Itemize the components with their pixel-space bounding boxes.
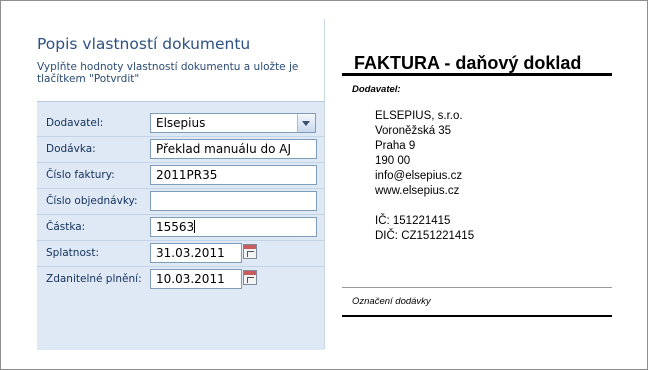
- supplier-select-value: Elsepius: [156, 116, 206, 130]
- field-label: Číslo objednávky:: [46, 195, 138, 207]
- due-date-input[interactable]: 31.03.2011: [150, 243, 242, 263]
- field-label: Číslo faktury:: [46, 169, 115, 181]
- field-label: Splatnost:: [46, 247, 100, 259]
- invoice-number-input[interactable]: 2011PR35: [150, 165, 317, 185]
- field-label: Zdanitelné plnění:: [46, 273, 142, 285]
- address-line: [375, 199, 474, 214]
- address-line: Praha 9: [375, 140, 416, 152]
- address-line: DIČ: CZ151221415: [375, 230, 475, 242]
- amount-input-value: 15563: [156, 220, 195, 234]
- footer-divider: [342, 315, 612, 317]
- row-splatnost: Splatnost: 31.03.2011: [37, 241, 324, 267]
- properties-panel: Popis vlastností dokumentu Vyplňte hodno…: [3, 19, 325, 350]
- invoice-title: FAKTURA - daňový doklad: [354, 53, 582, 73]
- address-line: IČ: 151221415: [375, 215, 451, 227]
- supplier-address: ELSEPIUS, s.r.o. Voroněžská 35 Praha 9 1…: [375, 109, 474, 244]
- supplier-heading: Dodavatel:: [352, 84, 401, 95]
- row-dodavatel: Dodavatel: Elsepius: [37, 111, 324, 137]
- panel-title: Popis vlastností dokumentu: [37, 35, 251, 53]
- invoice-preview: FAKTURA - daňový doklad Dodavatel: ELSEP…: [342, 41, 612, 341]
- amount-input[interactable]: 15563: [150, 217, 317, 237]
- delivery-input[interactable]: Překlad manuálu do AJ: [150, 139, 317, 159]
- properties-form: Dodavatel: Elsepius Dodávka: Překlad man…: [37, 101, 324, 350]
- chevron-down-icon[interactable]: [297, 114, 315, 132]
- row-dodavka: Dodávka: Překlad manuálu do AJ: [37, 137, 324, 163]
- taxable-date-input[interactable]: 10.03.2011: [150, 269, 242, 289]
- panel-description: Vyplňte hodnoty vlastností dokumentu a u…: [37, 61, 299, 85]
- row-zdanitelne-plneni: Zdanitelné plnění: 10.03.2011: [37, 267, 324, 293]
- section-divider: [342, 287, 612, 288]
- panel-header: Popis vlastností dokumentu Vyplňte hodno…: [3, 19, 324, 101]
- calendar-icon[interactable]: [243, 270, 257, 285]
- address-line: 190 00: [375, 155, 411, 167]
- field-label: Částka:: [46, 221, 86, 233]
- title-divider: [342, 73, 612, 76]
- window-frame: Popis vlastností dokumentu Vyplňte hodno…: [0, 0, 648, 370]
- row-cislo-faktury: Číslo faktury: 2011PR35: [37, 163, 324, 189]
- row-cislo-objednavky: Číslo objednávky:: [37, 189, 324, 215]
- field-label: Dodávka:: [46, 143, 96, 155]
- order-number-input[interactable]: [150, 191, 317, 211]
- row-castka: Částka: 15563: [37, 215, 324, 241]
- delivery-label: Označení dodávky: [352, 296, 431, 307]
- address-line: ELSEPIUS, s.r.o.: [375, 110, 463, 122]
- field-label: Dodavatel:: [46, 117, 104, 129]
- address-line: info@elsepius.cz: [375, 170, 463, 182]
- calendar-icon[interactable]: [243, 244, 257, 259]
- panel-left-strip: [3, 101, 37, 349]
- supplier-select[interactable]: Elsepius: [150, 113, 316, 133]
- address-line: Voroněžská 35: [375, 125, 452, 137]
- text-caret: [194, 220, 196, 233]
- address-line: www.elsepius.cz: [375, 185, 460, 197]
